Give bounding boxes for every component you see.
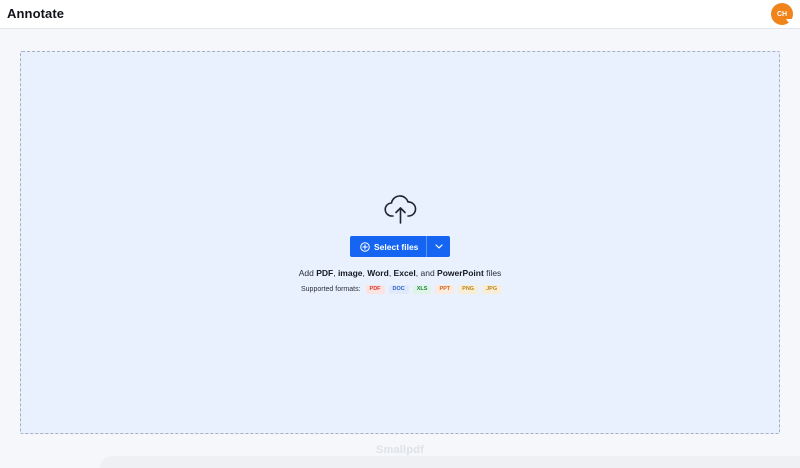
upload-source-dropdown-button[interactable] — [427, 236, 450, 257]
select-files-group: Select files — [350, 236, 450, 257]
type-word: Word — [367, 268, 389, 278]
format-badge-jpg: JPG — [482, 284, 502, 294]
brand-watermark: Smallpdf — [375, 444, 425, 456]
format-badge-ppt: PPT — [435, 284, 455, 294]
avatar-caret-icon[interactable] — [786, 19, 792, 23]
type-image: image — [337, 268, 363, 278]
cloud-upload-icon — [384, 195, 417, 224]
type-powerpoint: PowerPoint — [437, 268, 484, 278]
format-badge-xls: XLS — [412, 284, 432, 294]
plus-circle-icon — [360, 241, 370, 252]
chevron-down-icon — [434, 244, 443, 249]
type-excel: Excel — [393, 268, 416, 278]
select-files-label: Select files — [374, 241, 419, 252]
format-badge-png: PNG — [458, 284, 479, 294]
supported-formats-label: Supported formats: — [301, 285, 361, 293]
select-files-button[interactable]: Select files — [350, 236, 426, 257]
page-title: Annotate — [7, 6, 65, 21]
type-pdf: PDF — [316, 268, 334, 278]
supported-types-text: Add PDF, image, Word, Excel, and PowerPo… — [298, 268, 502, 278]
format-badge-pdf: PDF — [365, 284, 385, 294]
footer-background — [100, 456, 800, 468]
app-header: Annotate CH — [0, 0, 800, 29]
format-badge-doc: DOC — [388, 284, 409, 294]
supported-formats: Supported formats: PDF DOC XLS PPT PNG J… — [301, 284, 505, 294]
